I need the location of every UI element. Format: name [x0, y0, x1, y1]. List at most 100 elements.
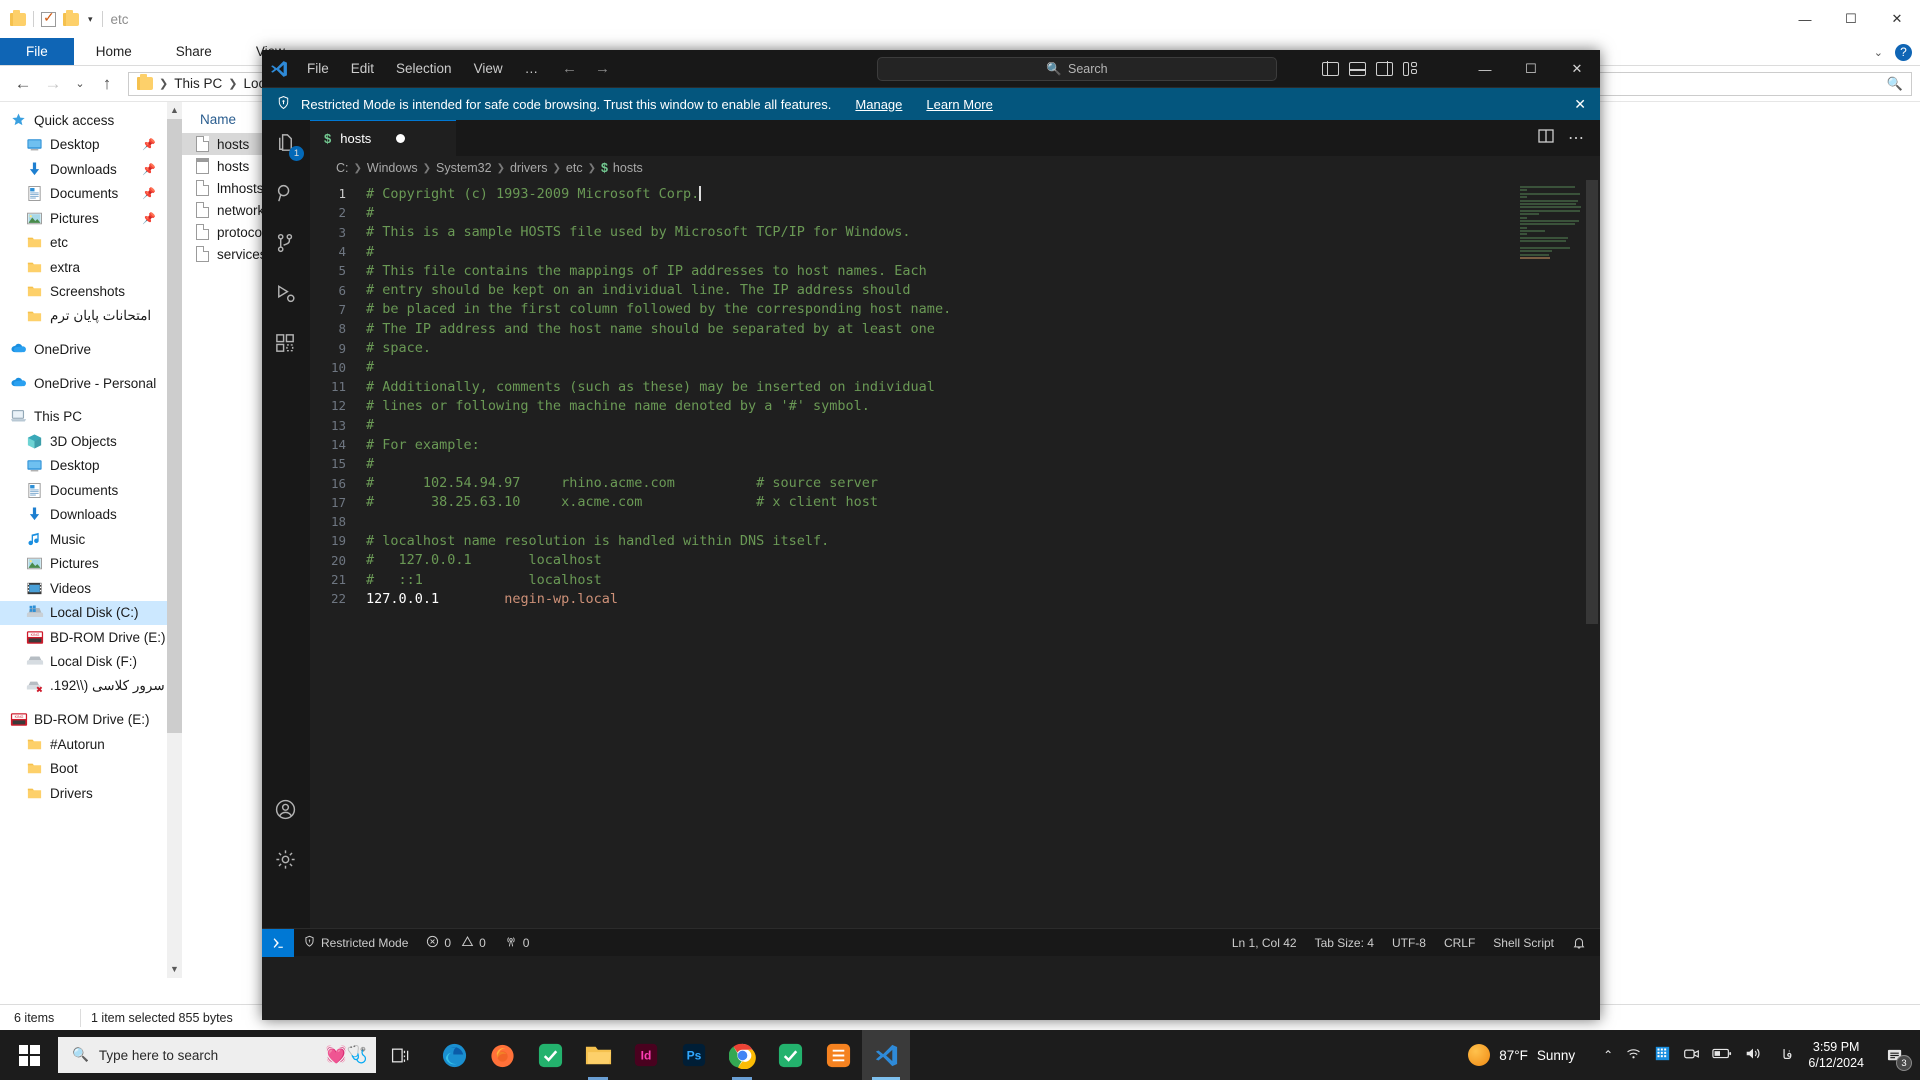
tree-item-192[interactable]: سرور کلاسی (\\192.: [0, 674, 182, 699]
customize-caret-icon[interactable]: ▾: [86, 14, 95, 25]
breadcrumb-this-pc[interactable]: This PC: [174, 76, 222, 91]
menu-more-icon[interactable]: …: [514, 58, 550, 79]
tree-item-downloads[interactable]: Downloads: [0, 503, 182, 528]
orange-app-icon[interactable]: [814, 1030, 862, 1080]
vscode-minimize-button[interactable]: —: [1462, 50, 1508, 88]
scroll-up-arrow[interactable]: ▲: [167, 102, 182, 119]
chrome-icon[interactable]: [718, 1030, 766, 1080]
toggle-panel-icon[interactable]: [1348, 61, 1367, 76]
tree-item-3d-objects[interactable]: 3D Objects: [0, 429, 182, 454]
problems-status[interactable]: 0 0: [417, 929, 494, 957]
up-button[interactable]: ↑: [92, 74, 122, 94]
manage-link[interactable]: Manage: [855, 97, 902, 112]
tree-item-etc[interactable]: etc: [0, 231, 182, 256]
tree-item-documents[interactable]: Documents 📌: [0, 182, 182, 207]
tree-item-videos[interactable]: Videos: [0, 576, 182, 601]
taskbar-search-input[interactable]: 🔍 Type here to search 💓🩺: [58, 1037, 376, 1073]
weather-widget[interactable]: 87°F Sunny: [1468, 1044, 1575, 1066]
tab-file[interactable]: File: [0, 38, 74, 65]
tree-item-bd-rom-drive-e[interactable]: KING BD-ROM Drive (E:): [0, 708, 182, 733]
show-hidden-icons-caret[interactable]: ⌃: [1603, 1048, 1613, 1062]
properties-icon[interactable]: [41, 9, 56, 27]
todo2-icon[interactable]: [766, 1030, 814, 1080]
photoshop-icon[interactable]: Ps: [670, 1030, 718, 1080]
battery-icon[interactable]: [1712, 1047, 1732, 1063]
tree-item-pictures[interactable]: Pictures: [0, 552, 182, 577]
heart-stethoscope-icon[interactable]: 💓🩺: [326, 1045, 368, 1065]
line-column-status[interactable]: Ln 1, Col 42: [1223, 929, 1306, 957]
explorer-icon[interactable]: 1: [274, 132, 304, 161]
breadcrumb-segment[interactable]: System32: [436, 161, 492, 175]
edge-icon[interactable]: [430, 1030, 478, 1080]
split-editor-icon[interactable]: [1538, 128, 1554, 148]
breadcrumb-segment[interactable]: etc: [566, 161, 583, 175]
folder-icon[interactable]: [10, 9, 26, 26]
tree-item-onedrive-personal[interactable]: OneDrive - Personal: [0, 371, 182, 396]
learn-more-link[interactable]: Learn More: [926, 97, 992, 112]
todo-icon[interactable]: [526, 1030, 574, 1080]
tab-home[interactable]: Home: [74, 38, 154, 65]
toggle-secondary-sidebar-icon[interactable]: [1376, 61, 1393, 76]
extensions-icon[interactable]: [274, 332, 298, 356]
breadcrumb-segment[interactable]: Windows: [367, 161, 418, 175]
breadcrumb-segment[interactable]: C:: [336, 161, 349, 175]
tree-item-screenshots[interactable]: Screenshots: [0, 280, 182, 305]
banner-close-icon[interactable]: ✕: [1574, 96, 1586, 113]
menu-view[interactable]: View: [463, 58, 514, 79]
forward-button[interactable]: →: [38, 74, 68, 94]
pin-icon[interactable]: 📌: [142, 212, 156, 225]
tree-item-local-disk-f[interactable]: Local Disk (F:): [0, 650, 182, 675]
vscode-icon[interactable]: [862, 1030, 910, 1080]
volume-icon[interactable]: [1744, 1046, 1762, 1064]
vscode-close-button[interactable]: ✕: [1554, 50, 1600, 88]
pin-icon[interactable]: 📌: [142, 163, 156, 176]
taskbar-clock[interactable]: 3:59 PM 6/12/2024: [1804, 1039, 1868, 1071]
scroll-thumb[interactable]: [167, 119, 182, 733]
remote-window-icon[interactable]: [262, 928, 294, 957]
explorer-close-button[interactable]: ✕: [1874, 0, 1920, 38]
vscode-maximize-button[interactable]: ☐: [1508, 50, 1554, 88]
source-control-icon[interactable]: [274, 232, 298, 256]
go-forward-icon[interactable]: →: [595, 60, 610, 77]
tree-item-bd-rom-drive-e[interactable]: KING BD-ROM Drive (E:): [0, 625, 182, 650]
notification-icon[interactable]: 3: [1880, 1040, 1912, 1071]
tab-hosts[interactable]: $ hosts: [310, 120, 456, 156]
editor-scrollbar[interactable]: [1586, 180, 1598, 624]
code-editor[interactable]: 1 # Copyright (c) 1993-2009 Microsoft Cor…: [310, 180, 1600, 624]
tree-item-documents[interactable]: Documents: [0, 478, 182, 503]
camera-icon[interactable]: [1683, 1046, 1700, 1064]
menu-file[interactable]: File: [296, 58, 340, 79]
tree-scrollbar[interactable]: ▲ ▼: [167, 102, 182, 978]
back-button[interactable]: ←: [8, 74, 38, 94]
start-button[interactable]: [0, 1030, 58, 1080]
tree-item-quick-access[interactable]: Quick access: [0, 108, 182, 133]
customize-layout-icon[interactable]: [1403, 61, 1420, 76]
tree-item-autorun[interactable]: #Autorun: [0, 732, 182, 757]
tree-item-onedrive[interactable]: OneDrive: [0, 338, 182, 363]
task-view-icon[interactable]: [376, 1030, 424, 1080]
tree-item-extra[interactable]: extra: [0, 255, 182, 280]
tab-share[interactable]: Share: [154, 38, 234, 65]
ime-language-indicator[interactable]: فا: [1782, 1047, 1792, 1063]
tree-item-music[interactable]: Music: [0, 527, 182, 552]
tree-item-desktop[interactable]: Desktop 📌: [0, 133, 182, 158]
toggle-primary-sidebar-icon[interactable]: [1322, 61, 1339, 76]
go-back-icon[interactable]: ←: [562, 60, 577, 77]
help-icon[interactable]: ?: [1895, 43, 1912, 61]
wifi-icon[interactable]: [1625, 1046, 1642, 1064]
tree-item-this-pc[interactable]: This PC: [0, 405, 182, 430]
pin-icon[interactable]: 📌: [142, 138, 156, 151]
tree-item-pictures[interactable]: Pictures 📌: [0, 206, 182, 231]
tree-item-desktop[interactable]: Desktop: [0, 454, 182, 479]
bell-icon[interactable]: [1563, 929, 1600, 957]
tree-item-boot[interactable]: Boot: [0, 757, 182, 782]
minimap[interactable]: [1520, 186, 1582, 260]
eol-status[interactable]: CRLF: [1435, 929, 1484, 957]
tab-size-status[interactable]: Tab Size: 4: [1306, 929, 1383, 957]
tree-item-[interactable]: امتحانات پایان ترم: [0, 304, 182, 329]
explorer-maximize-button[interactable]: ☐: [1828, 0, 1874, 38]
keyboard-layout-icon[interactable]: [1654, 1046, 1671, 1064]
command-center-search[interactable]: 🔍 Search: [877, 57, 1277, 81]
tree-item-drivers[interactable]: Drivers: [0, 781, 182, 806]
explorer-minimize-button[interactable]: —: [1782, 0, 1828, 38]
